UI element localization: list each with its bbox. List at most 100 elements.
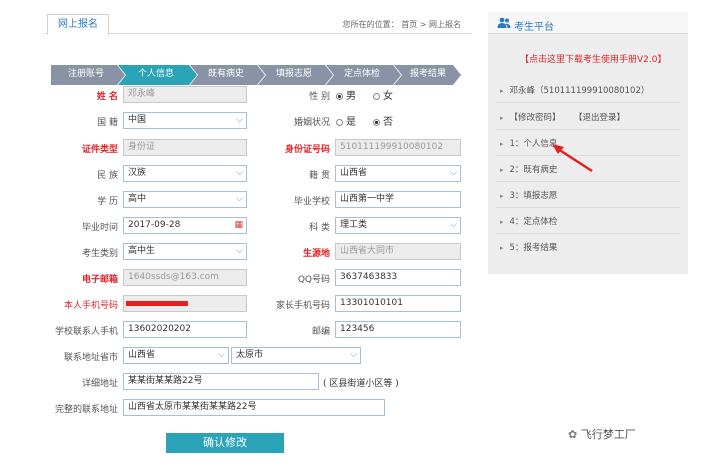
triangle-right-icon: ▸ (500, 192, 504, 200)
triangle-right-icon: ▸ (500, 166, 504, 174)
wechat-icon: ✿ (568, 428, 581, 441)
manual-download-link[interactable]: 【点击这里下载考生使用手册V2.0】 (520, 52, 666, 65)
radio-selected-icon (373, 118, 380, 126)
sidebar-account-links: ▸ 【修改密码】 【退出登录】 (500, 111, 625, 123)
users-icon (497, 17, 511, 28)
address-detail-field[interactable]: 某某街某某路22号 (123, 373, 319, 390)
grad-date-label: 毕业时间 (81, 223, 118, 233)
nationality-label: 国 籍 (97, 118, 118, 128)
gender-label: 性 别 (309, 92, 330, 102)
registration-panel: 网上报名 您所在的位置： 首页 > 网上报名 注册账号 个人信息 既有病史 填报… (43, 12, 471, 462)
id-number-label: 身份证号码 (284, 145, 330, 155)
native-place-label: 籍 贯 (309, 171, 330, 181)
school-field[interactable]: 山西第一中学 (335, 191, 461, 208)
name-field[interactable]: 邓永峰 (123, 86, 247, 103)
sidebar-item-volunteer[interactable]: ▸ 3：填报志愿 (500, 189, 557, 201)
radio-empty-icon (336, 118, 343, 126)
chevron-down-icon: ⌵ (236, 115, 243, 125)
sidebar-header: 考生平台 (488, 12, 688, 34)
sidebar-user-line: ▸ 邓永峰（510111199910080102） (500, 86, 650, 96)
education-select[interactable]: 高中 ⌵ (123, 191, 247, 208)
address-hint: ( 区县街道小区等 ) (323, 379, 399, 389)
chevron-down-icon: ⌵ (350, 350, 357, 360)
breadcrumb: 您所在的位置： 首页 > 网上报名 (342, 20, 461, 29)
email-field[interactable]: 1640ssds@163.com (123, 269, 247, 286)
triangle-right-icon: ▸ (500, 114, 504, 122)
address-detail-label: 详细地址 (81, 379, 118, 389)
parent-phone-field[interactable]: 13301010101 (335, 295, 461, 312)
chevron-down-icon: ⌵ (450, 220, 457, 230)
chevron-down-icon: ⌵ (236, 168, 243, 178)
marital-no-radio[interactable]: 否 (373, 113, 393, 128)
marital-yes-radio[interactable]: 是 (336, 113, 356, 128)
id-type-field[interactable]: 身份证 (123, 139, 247, 156)
triangle-right-icon: ▸ (500, 244, 504, 252)
marital-label: 婚姻状况 (293, 118, 330, 128)
triangle-right-icon: ▸ (500, 87, 504, 95)
divider (496, 207, 680, 208)
qq-field[interactable]: 3637463833 (335, 269, 461, 286)
mobile-label: 本人手机号码 (63, 301, 118, 311)
email-label: 电子邮箱 (81, 275, 118, 285)
divider (496, 181, 680, 182)
full-address-field[interactable]: 山西省太原市某某街某某路22号 (123, 399, 385, 416)
progress-steps: 注册账号 个人信息 既有病史 填报志愿 定点体检 报考结果 (51, 64, 461, 86)
sidebar-item-result[interactable]: ▸ 5：报考结果 (500, 241, 557, 253)
subject-select[interactable]: 理工类 ⌵ (335, 217, 461, 234)
step-medical-history[interactable]: 既有病史 (195, 64, 257, 84)
province-select[interactable]: 山西省 ⌵ (123, 347, 229, 364)
step-register[interactable]: 注册账号 (55, 64, 117, 84)
radio-empty-icon (373, 92, 380, 100)
confirm-button[interactable]: 确认修改 (166, 433, 284, 453)
full-address-label: 完整的联系地址 (54, 405, 118, 415)
school-contact-field[interactable]: 13602020202 (123, 321, 247, 338)
city-select[interactable]: 太原市 ⌵ (231, 347, 361, 364)
radio-selected-icon (336, 92, 343, 100)
sidebar-title: 考生平台 (514, 22, 554, 33)
chevron-down-icon: ⌵ (450, 168, 457, 178)
name-label: 姓 名 (96, 92, 118, 102)
id-number-field[interactable]: 510111199910080102 (335, 139, 461, 156)
step-result[interactable]: 报考结果 (399, 64, 457, 84)
tab-bar: 网上报名 您所在的位置： 首页 > 网上报名 (43, 12, 471, 35)
redaction-mark (126, 301, 188, 306)
divider (496, 233, 680, 234)
grad-date-field[interactable]: 2017-09-28 ▦ (123, 217, 247, 234)
contact-province-label: 联系地址省市 (63, 353, 118, 363)
calendar-icon[interactable]: ▦ (234, 218, 243, 233)
parent-phone-label: 家长手机号码 (275, 301, 330, 311)
education-label: 学 历 (97, 197, 118, 207)
origin-label: 生源地 (302, 249, 330, 259)
tab-online-registration[interactable]: 网上报名 (47, 14, 109, 35)
origin-field[interactable]: 山西省大同市 (335, 243, 461, 260)
gender-male-radio[interactable]: 男 (336, 87, 356, 102)
candidate-type-label: 考生类别 (81, 249, 118, 259)
postcode-label: 邮编 (311, 327, 330, 337)
postcode-field[interactable]: 123456 (335, 321, 461, 338)
annotation-arrow-icon (552, 144, 593, 173)
chevron-down-icon: ⌵ (236, 194, 243, 204)
sidebar-item-checkup[interactable]: ▸ 4：定点体检 (500, 215, 557, 227)
candidate-type-select[interactable]: 高中生 ⌵ (123, 243, 247, 260)
chevron-down-icon: ⌵ (236, 246, 243, 256)
divider (496, 129, 680, 130)
watermark: ✿ 飞行梦工厂 (568, 428, 636, 441)
id-type-label: 证件类型 (81, 145, 118, 155)
chevron-down-icon: ⌵ (218, 350, 225, 360)
nationality-select[interactable]: 中国 ⌵ (123, 112, 247, 129)
native-place-select[interactable]: 山西省 ⌵ (335, 165, 461, 182)
step-personal-info[interactable]: 个人信息 (123, 64, 189, 84)
triangle-right-icon: ▸ (500, 140, 504, 148)
change-password-link[interactable]: 【修改密码】 (510, 113, 561, 123)
school-contact-label: 学校联系人手机 (54, 327, 118, 337)
school-label: 毕业学校 (293, 197, 330, 207)
gender-female-radio[interactable]: 女 (373, 87, 393, 102)
qq-label: QQ号码 (297, 275, 330, 285)
divider (496, 102, 680, 103)
ethnicity-select[interactable]: 汉族 ⌵ (123, 165, 247, 182)
subject-label: 科 类 (309, 223, 330, 233)
step-checkup[interactable]: 定点体检 (331, 64, 393, 84)
logout-link[interactable]: 【退出登录】 (574, 113, 625, 123)
step-volunteer[interactable]: 填报志愿 (263, 64, 325, 84)
ethnicity-label: 民 族 (97, 171, 118, 181)
